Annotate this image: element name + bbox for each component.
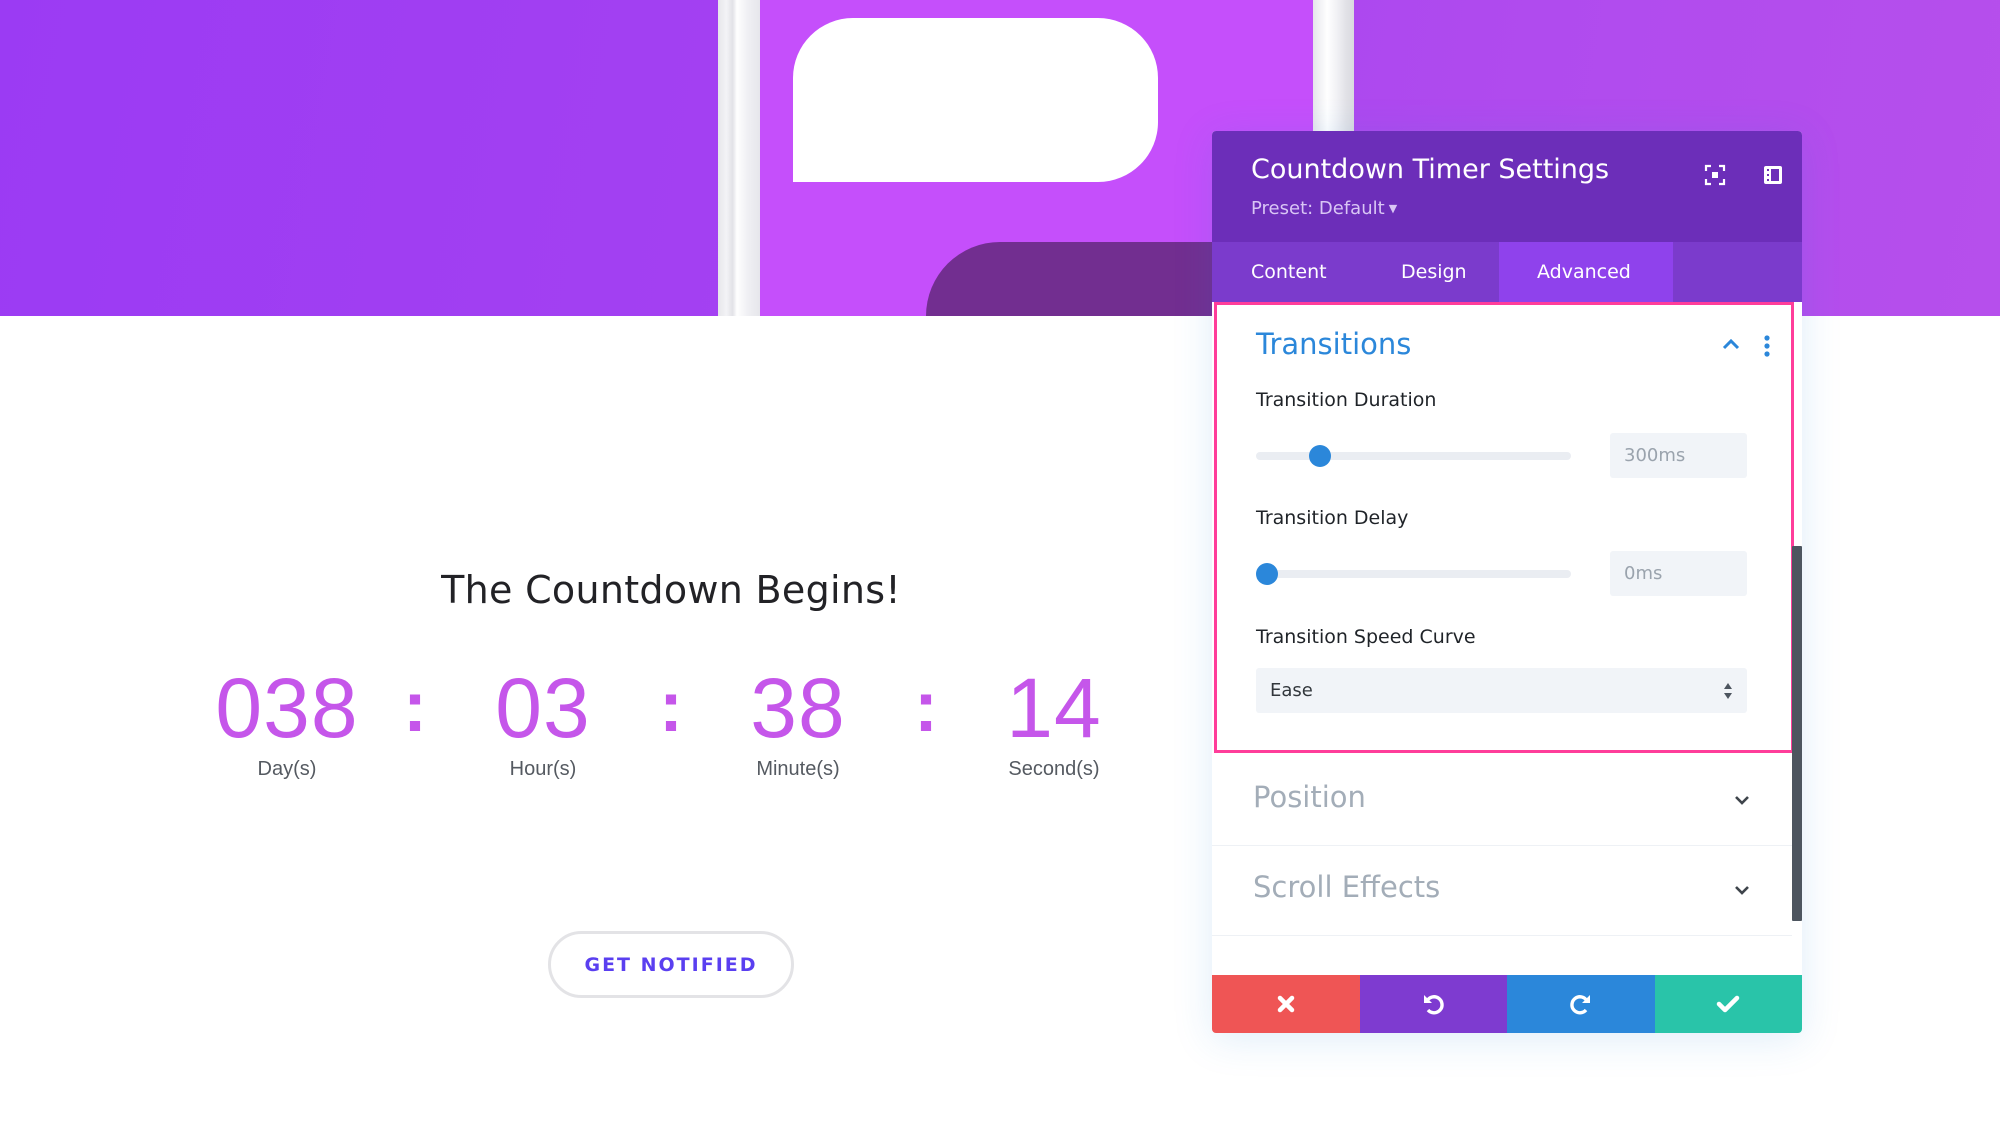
transition-duration-label: Transition Duration <box>1256 389 1437 411</box>
chat-bubble-shape <box>793 18 1158 182</box>
panel-header[interactable]: Countdown Timer Settings Preset: Default… <box>1212 131 1802 242</box>
transition-duration-slider[interactable] <box>1256 445 1571 467</box>
seconds-label: Second(s) <box>1008 758 1100 780</box>
select-arrows-icon <box>1724 683 1732 699</box>
transitions-section: Transitions Transition Duration Transiti… <box>1214 302 1794 753</box>
scroll-effects-section[interactable]: Scroll Effects <box>1212 846 1792 936</box>
get-notified-button[interactable]: GET NOTIFIED <box>548 931 794 998</box>
position-section-title: Position <box>1253 780 1366 814</box>
transition-delay-label: Transition Delay <box>1256 507 1409 529</box>
undo-icon <box>1424 995 1444 1015</box>
phone-edge-left <box>718 0 760 316</box>
close-icon <box>1277 995 1294 1013</box>
caret-down-icon: ▼ <box>1388 202 1398 215</box>
countdown-heading: The Countdown Begins! <box>441 568 901 612</box>
split-view-icon[interactable] <box>1759 161 1787 189</box>
transition-delay-input[interactable] <box>1610 551 1747 596</box>
countdown-separator: : <box>914 667 938 747</box>
preset-dropdown[interactable]: Preset: Default ▼ <box>1251 198 1397 219</box>
section-options-icon[interactable] <box>1763 335 1773 357</box>
chevron-down-icon <box>1735 796 1749 805</box>
panel-tabs: Content Design Advanced <box>1212 242 1802 302</box>
countdown-separator: : <box>403 667 427 747</box>
countdown-separator: : <box>659 667 683 747</box>
position-section[interactable]: Position <box>1212 756 1792 846</box>
check-icon <box>1717 995 1740 1013</box>
fullscreen-icon[interactable] <box>1701 161 1729 189</box>
panel-title: Countdown Timer Settings <box>1251 154 1610 185</box>
days-label: Day(s) <box>257 758 317 780</box>
countdown-days: 038 Day(s) <box>177 660 397 781</box>
countdown-minutes: 38 Minute(s) <box>688 660 908 781</box>
transition-speed-curve-label: Transition Speed Curve <box>1256 626 1476 648</box>
redo-icon <box>1570 995 1590 1015</box>
save-button[interactable] <box>1654 975 1802 1033</box>
panel-footer <box>1212 975 1802 1033</box>
scroll-effects-section-title: Scroll Effects <box>1253 870 1441 904</box>
hours-label: Hour(s) <box>509 758 577 780</box>
transitions-section-title[interactable]: Transitions <box>1256 327 1411 361</box>
transition-speed-curve-select[interactable]: Ease <box>1256 668 1747 713</box>
slider-thumb[interactable] <box>1308 445 1331 467</box>
transition-delay-slider[interactable] <box>1256 563 1571 585</box>
discard-button[interactable] <box>1212 975 1360 1033</box>
hours-value: 03 <box>495 661 591 755</box>
countdown-hours: 03 Hour(s) <box>433 660 653 781</box>
undo-button[interactable] <box>1359 975 1507 1033</box>
transition-duration-input[interactable] <box>1610 433 1747 478</box>
panel-scrollbar[interactable] <box>1792 546 1802 921</box>
days-value: 038 <box>215 661 359 755</box>
tab-design[interactable]: Design <box>1349 242 1499 302</box>
minutes-label: Minute(s) <box>756 758 840 780</box>
tab-advanced[interactable]: Advanced <box>1499 242 1673 302</box>
countdown-seconds: 14 Second(s) <box>944 660 1164 781</box>
minutes-value: 38 <box>750 661 846 755</box>
preset-label: Preset: Default <box>1251 198 1385 219</box>
chevron-down-icon <box>1735 886 1749 895</box>
seconds-value: 14 <box>1006 661 1102 755</box>
slider-thumb[interactable] <box>1256 563 1278 585</box>
settings-panel: Countdown Timer Settings Preset: Default… <box>1212 131 1802 1033</box>
chevron-up-icon[interactable] <box>1721 335 1741 355</box>
select-value: Ease <box>1270 680 1313 701</box>
redo-button[interactable] <box>1507 975 1655 1033</box>
tab-content[interactable]: Content <box>1212 242 1349 302</box>
